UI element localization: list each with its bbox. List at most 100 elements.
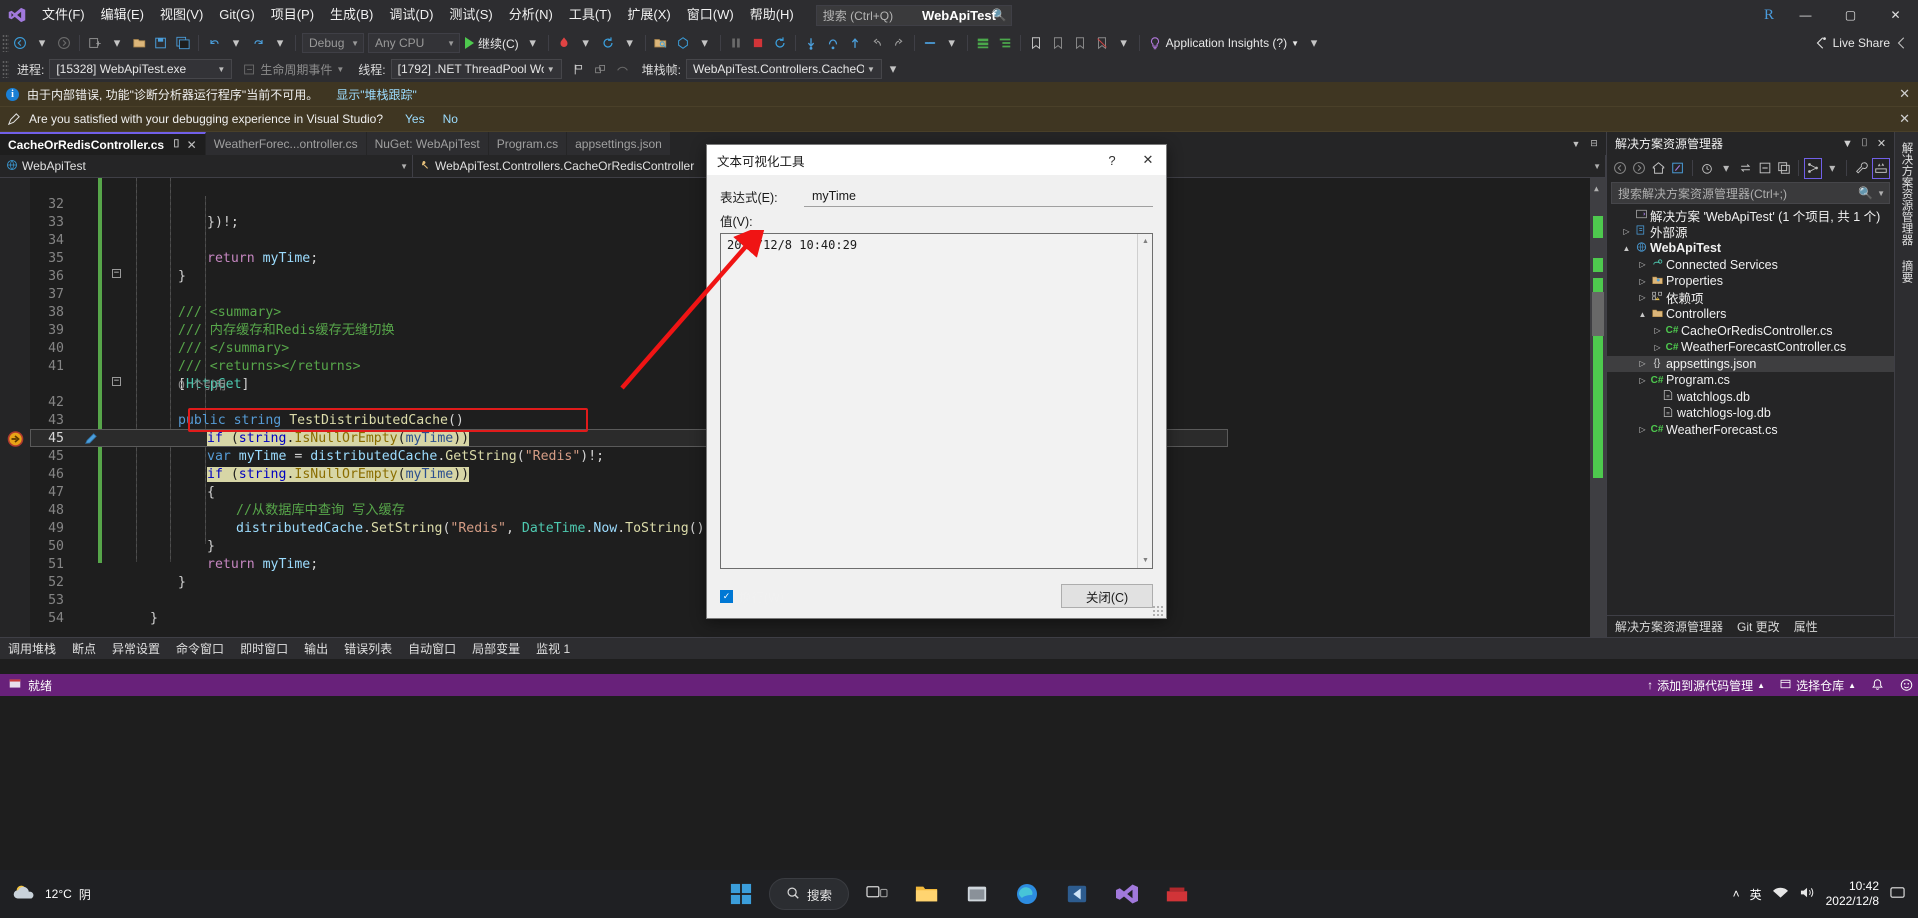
toolbar-overflow-icon[interactable]: ▾ [694, 32, 716, 54]
value-scrollbar[interactable]: ▲ ▼ [1137, 234, 1152, 568]
menu-analyze[interactable]: 分析(N) [501, 0, 561, 30]
network-icon[interactable] [1772, 885, 1789, 903]
notification-center-icon[interactable] [1889, 885, 1906, 903]
feedback-smiley-status-icon[interactable] [1899, 678, 1914, 692]
menu-help[interactable]: 帮助(H) [742, 0, 802, 30]
tree-item-watchlogs-db[interactable]: watchlogs.db [1607, 389, 1894, 406]
debugbar-overflow-icon[interactable]: ▾ [882, 58, 904, 80]
bottom-tab-call-stack[interactable]: 调用堆栈 [0, 638, 64, 660]
continue-debug-button[interactable]: 继续(C) [462, 35, 522, 52]
lifecycle-events-icon[interactable] [238, 58, 260, 80]
threads-dropdown-icon[interactable]: ▾ [941, 32, 963, 54]
parallel-watch-icon[interactable] [612, 58, 634, 80]
menu-view[interactable]: 视图(V) [152, 0, 211, 30]
class-view-dropdown-icon[interactable]: ▾ [1823, 158, 1841, 179]
close-panel-icon[interactable]: ✕ [1873, 137, 1890, 150]
save-icon[interactable] [150, 32, 172, 54]
restart-dropdown-icon[interactable]: ▾ [619, 32, 641, 54]
pin-icon[interactable]: ⌷ [173, 138, 180, 151]
tree-item-watchlogs-log-db[interactable]: watchlogs-log.db [1607, 405, 1894, 422]
maximize-button[interactable]: ▢ [1828, 0, 1873, 30]
thread-dropdown[interactable]: [1792] .NET ThreadPool Worke ▼ [390, 59, 562, 79]
taskbar-search-box[interactable]: 搜索 [768, 878, 850, 910]
show-all-files-icon[interactable] [1775, 158, 1793, 179]
menu-debug[interactable]: 调试(D) [381, 0, 441, 30]
bookmark-icon[interactable] [1025, 32, 1047, 54]
tree-item-dependencies[interactable]: ▷ 依赖项 [1607, 290, 1894, 306]
bottom-tab-error-list[interactable]: 错误列表 [336, 638, 400, 660]
step-forward-icon[interactable] [888, 32, 910, 54]
close-button[interactable]: ✕ [1873, 0, 1918, 30]
debug-target-icon[interactable] [672, 32, 694, 54]
hot-reload-dropdown-icon[interactable]: ▾ [575, 32, 597, 54]
chevron-down-icon-lifecycle[interactable]: ▼ [336, 65, 344, 74]
editor-vertical-scrollbar[interactable]: ▲ [1590, 178, 1606, 637]
file-explorer-button[interactable] [905, 874, 949, 914]
bottom-tab-autos[interactable]: 自动窗口 [400, 638, 464, 660]
footer-tab-solution-explorer[interactable]: 解决方案资源管理器 [1615, 618, 1723, 635]
survey-no-link[interactable]: No [443, 112, 458, 126]
taskbar-clock[interactable]: 10:42 2022/12/8 [1826, 879, 1879, 909]
tab-cacheorredis-controller[interactable]: CacheOrRedisController.cs ⌷ ✕ [0, 132, 206, 155]
task-view-button[interactable] [855, 874, 899, 914]
microsoft-store-button[interactable] [955, 874, 999, 914]
tree-item-connected-services[interactable]: ▷ Connected Services [1607, 257, 1894, 274]
open-file-icon[interactable] [128, 32, 150, 54]
tree-item-external-sources[interactable]: ▷ 外部源 [1607, 224, 1894, 240]
feedback-icon[interactable] [1891, 32, 1913, 54]
menu-file[interactable]: 文件(F) [34, 0, 93, 30]
tab-nuget[interactable]: NuGet: WebApiTest [366, 132, 489, 155]
scroll-up-icon[interactable]: ▲ [1138, 234, 1153, 249]
scroll-up-arrow-icon[interactable]: ▲ [1594, 180, 1599, 198]
tree-item-solution[interactable]: 解决方案 'WebApiTest' (1 个项目, 共 1 个) [1607, 207, 1894, 224]
solution-platform-dropdown[interactable]: Any CPU ▼ [368, 33, 460, 53]
collapse-all-icon[interactable] [1755, 158, 1773, 179]
bottom-tab-watch1[interactable]: 监视 1 [528, 638, 578, 660]
new-project-icon[interactable] [84, 32, 106, 54]
twisty-weatherforecast[interactable]: ▷ [1637, 425, 1648, 434]
survey-yes-link[interactable]: Yes [405, 112, 425, 126]
home-icon[interactable] [1649, 158, 1667, 179]
start-button[interactable] [719, 874, 763, 914]
vertical-tab-summary[interactable]: 摘要 [1897, 254, 1917, 289]
show-stack-trace-link[interactable]: 显示"堆栈跟踪" [336, 86, 417, 103]
twisty-program[interactable]: ▷ [1637, 376, 1648, 385]
clear-bookmarks-icon[interactable] [1091, 32, 1113, 54]
properties-wrench-icon[interactable] [1852, 158, 1870, 179]
visual-studio-taskbar-button[interactable] [1105, 874, 1149, 914]
close-icon-tab[interactable]: ✕ [187, 138, 197, 152]
vscode-button[interactable] [1055, 874, 1099, 914]
split-view-icon[interactable]: ⊟ [1586, 134, 1602, 154]
bottom-tab-locals[interactable]: 局部变量 [464, 638, 528, 660]
menu-edit[interactable]: 编辑(E) [93, 0, 152, 30]
solution-configuration-dropdown[interactable]: Debug ▼ [302, 33, 364, 53]
footer-tab-properties[interactable]: 属性 [1794, 618, 1818, 635]
tree-item-project-webapitest[interactable]: ▲ WebApiTest [1607, 240, 1894, 257]
ime-language-indicator[interactable]: 英 [1750, 886, 1762, 903]
bottom-tab-output[interactable]: 输出 [296, 638, 336, 660]
account-avatar[interactable]: R [1755, 0, 1783, 30]
preview-selected-items-icon[interactable] [1871, 157, 1890, 179]
stop-debug-icon[interactable] [747, 32, 769, 54]
twisty-connected[interactable]: ▷ [1637, 260, 1648, 269]
show-call-stack-icon[interactable] [972, 32, 994, 54]
bottom-tab-exception-settings[interactable]: 异常设置 [104, 638, 168, 660]
search-options-dropdown-icon[interactable]: ▼ [1877, 189, 1885, 198]
twisty-appsettings[interactable]: ▷ [1637, 359, 1648, 368]
menu-build[interactable]: 生成(B) [322, 0, 381, 30]
sync-with-active-document-icon[interactable] [1736, 158, 1754, 179]
show-threads-icon[interactable] [590, 58, 612, 80]
stackframe-dropdown[interactable]: WebApiTest.Controllers.CacheOrRedis ▼ [685, 59, 882, 79]
tree-item-weatherforecast-controller[interactable]: ▷ C# WeatherForecastController.cs [1607, 339, 1894, 356]
add-to-source-control-button[interactable]: ↑ 添加到源代码管理 ▲ [1647, 677, 1765, 694]
tree-item-program[interactable]: ▷ C# Program.cs [1607, 372, 1894, 389]
menu-test[interactable]: 测试(S) [441, 0, 500, 30]
menu-window[interactable]: 窗口(W) [679, 0, 742, 30]
prev-bookmark-icon[interactable] [1069, 32, 1091, 54]
step-back-icon[interactable] [866, 32, 888, 54]
dialog-help-button[interactable]: ? [1094, 145, 1130, 175]
pending-changes-filter-icon[interactable] [1698, 158, 1716, 179]
menu-git[interactable]: Git(G) [211, 0, 262, 30]
tree-item-cacheorredis-controller[interactable]: ▷ C# CacheOrRedisController.cs [1607, 323, 1894, 340]
weather-widget[interactable]: 12°C 阴 [0, 881, 91, 908]
